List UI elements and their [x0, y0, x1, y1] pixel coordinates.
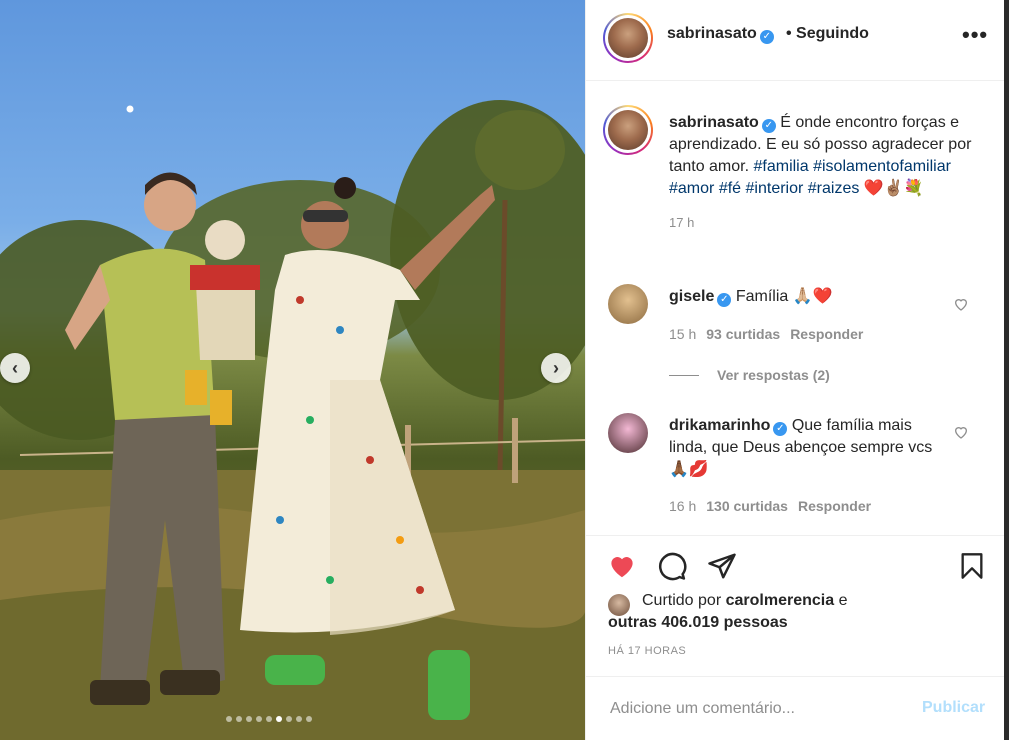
post-timestamp[interactable]: HÁ 17 HORAS: [608, 645, 686, 657]
comment-username[interactable]: drikamarinho: [669, 417, 770, 434]
carousel-dot: [266, 716, 272, 722]
comment-likes[interactable]: 93 curtidas: [706, 326, 780, 342]
comment-like-heart-icon[interactable]: [953, 296, 969, 312]
commenter-avatar[interactable]: [608, 413, 648, 453]
action-bar: [586, 535, 1004, 596]
liked-by-label: Curtido por: [642, 592, 722, 609]
share-icon[interactable]: [706, 551, 738, 581]
caption-emojis: ❤️✌🏽💐: [863, 180, 924, 197]
family-photo-illustration: [0, 100, 585, 740]
carousel-indicator: [226, 716, 312, 722]
author-username-row: sabrinasato ✓: [667, 25, 774, 44]
comment-meta: 15 h 93 curtidas Responder: [669, 326, 863, 342]
liked-by-and: e: [838, 592, 848, 609]
comment: drikamarinho ✓ Que família mais linda, qu…: [669, 415, 954, 481]
comment-meta: 16 h 130 curtidas Responder: [669, 498, 871, 514]
verified-badge-icon: ✓: [717, 293, 732, 307]
view-replies-button[interactable]: Ver respostas (2): [669, 367, 830, 383]
carousel-dot: [306, 716, 312, 722]
carousel-dot: [276, 716, 282, 722]
more-horizontal-icon[interactable]: •••: [962, 22, 988, 48]
author-username[interactable]: sabrinasato: [667, 25, 757, 42]
author-avatar[interactable]: [603, 13, 653, 63]
post-caption: sabrinasato ✓ É onde encontro forças e ap…: [669, 112, 974, 234]
reply-button[interactable]: Responder: [790, 326, 863, 342]
follow-status[interactable]: • Seguindo: [786, 25, 869, 43]
hashtag-link[interactable]: #familia: [754, 158, 809, 175]
previous-slide-button[interactable]: ‹: [0, 353, 30, 383]
hashtag-link[interactable]: #isolamentofamiliar: [813, 158, 951, 175]
carousel-dot: [236, 716, 242, 722]
reply-button[interactable]: Responder: [798, 498, 871, 514]
chevron-left-icon: ‹: [12, 357, 18, 378]
liked-heart-icon[interactable]: [606, 551, 638, 581]
carousel-dot: [226, 716, 232, 722]
carousel-dot: [256, 716, 262, 722]
verified-badge-icon: ✓: [761, 119, 776, 133]
liked-by: Curtido por carolmerencia e outras 406.0…: [608, 590, 847, 634]
post-photo[interactable]: ‹ ›: [0, 0, 585, 740]
comment-text: Família 🙏🏼❤️: [735, 288, 833, 305]
post-side-panel: sabrinasato ✓ • Seguindo ••• sabrinasato ✓…: [585, 0, 1004, 740]
comment: gisele ✓ Família 🙏🏼❤️: [669, 286, 954, 308]
comment-time[interactable]: 15 h: [669, 326, 696, 342]
hashtag-link[interactable]: #interior: [746, 180, 804, 197]
hashtag-link[interactable]: #amor: [669, 180, 714, 197]
bookmark-icon[interactable]: [958, 551, 986, 581]
carousel-dot: [296, 716, 302, 722]
comment-time[interactable]: 16 h: [669, 498, 696, 514]
caption-author-avatar[interactable]: [603, 105, 653, 155]
comment-icon[interactable]: [656, 551, 688, 581]
post-header: sabrinasato ✓ • Seguindo •••: [586, 0, 1004, 81]
comment-likes[interactable]: 130 curtidas: [706, 498, 788, 514]
commenter-avatar[interactable]: [608, 284, 648, 324]
verified-badge-icon: ✓: [773, 422, 788, 436]
hashtag-link[interactable]: #raizes: [808, 180, 860, 197]
caption-username[interactable]: sabrinasato: [669, 114, 759, 131]
chevron-right-icon: ›: [553, 357, 559, 378]
liked-by-user[interactable]: carolmerencia: [726, 592, 835, 609]
comment-like-heart-icon[interactable]: [953, 424, 969, 440]
view-replies-label: Ver respostas (2): [717, 367, 830, 383]
carousel-dot: [246, 716, 252, 722]
publish-button[interactable]: Publicar: [922, 699, 985, 717]
add-comment-bar: Publicar: [586, 676, 1004, 741]
hashtag-link[interactable]: #fé: [719, 180, 741, 197]
verified-badge-icon: ✓: [759, 30, 774, 44]
comment-username[interactable]: gisele: [669, 288, 714, 305]
likes-count-button[interactable]: outras 406.019 pessoas: [608, 614, 788, 631]
next-slide-button[interactable]: ›: [541, 353, 571, 383]
carousel-dot: [286, 716, 292, 722]
caption-time[interactable]: 17 h: [669, 212, 974, 234]
comment-input[interactable]: [608, 699, 892, 719]
